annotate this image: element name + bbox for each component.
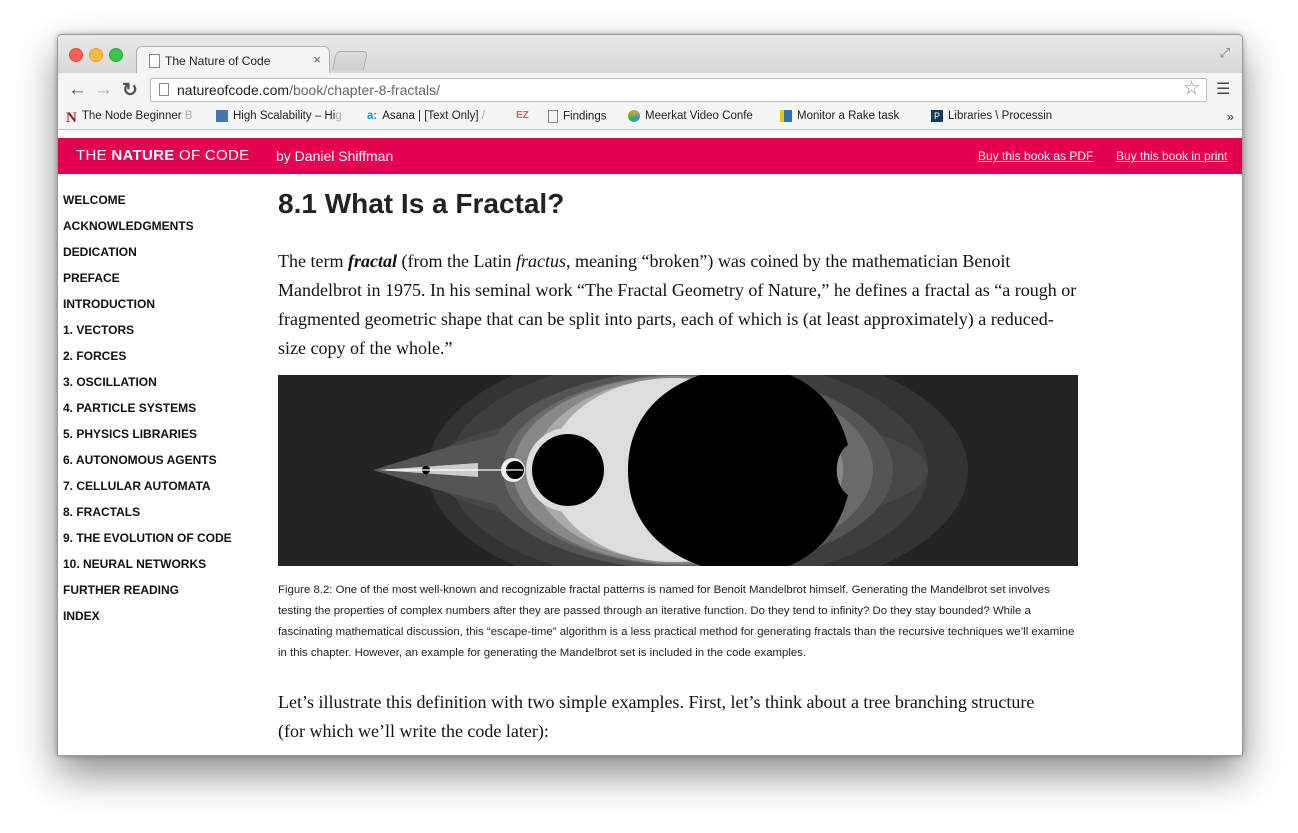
bookmark-label: Meerkat Video Confe [645, 110, 753, 123]
sidebar-item-cellular-automata[interactable]: 7. CELLULAR AUTOMATA [63, 478, 263, 504]
address-bar[interactable]: natureofcode.com/book/chapter-8-fractals… [150, 78, 1207, 102]
sidebar-item-acknowledgments[interactable]: ACKNOWLEDGMENTS [63, 218, 263, 244]
forward-arrow-icon[interactable]: → [94, 79, 113, 101]
sidebar-item-welcome[interactable]: WELCOME [63, 192, 263, 218]
second-paragraph: Let’s illustrate this definition with tw… [278, 692, 1035, 741]
logo-nature: NATURE [111, 147, 175, 164]
page-icon [149, 54, 160, 68]
page-viewport: THE NATURE OF CODE by Daniel Shiffman Bu… [58, 130, 1242, 755]
bookmark-fade: B [181, 110, 193, 123]
logo-the: THE [76, 147, 112, 164]
sidebar-item-introduction[interactable]: INTRODUCTION [63, 296, 263, 322]
sidebar-item-forces[interactable]: 2. FORCES [63, 348, 263, 374]
bookmark-label: Asana | [Text Only] [382, 110, 482, 123]
sidebar-item-autonomous-agents[interactable]: 6. AUTONOMOUS AGENTS [63, 452, 263, 478]
intro-paragraph: The term fractal (from the Latin fractus… [278, 247, 1078, 363]
sidebar-item-oscillation[interactable]: 3. OSCILLATION [63, 374, 263, 400]
site-header: THE NATURE OF CODE by Daniel Shiffman Bu… [58, 138, 1242, 174]
bookmark-item[interactable]: Meerkat Video Confe [628, 110, 764, 126]
fullscreen-icon[interactable]: ⤢ [1220, 45, 1230, 61]
bookmark-label: Libraries \ Processin [948, 110, 1053, 123]
url-host: natureofcode.com [177, 82, 290, 98]
bookmarks-bar: N The Node Beginner B High Scalability – … [58, 107, 1242, 130]
tab-close-icon[interactable]: × [313, 52, 321, 67]
page-title: 8.1 What Is a Fractal? [278, 188, 565, 219]
minimize-window-button[interactable] [89, 48, 103, 62]
bookmark-item[interactable]: P Libraries \ Processin [931, 110, 1069, 126]
node-logo-icon: N [66, 110, 77, 126]
figure-caption: Figure 8.2: One of the most well-known a… [278, 584, 1075, 659]
sidebar-item-evolution-of-code[interactable]: 9. THE EVOLUTION OF CODE [63, 530, 263, 556]
bookmark-item[interactable]: a: Asana | [Text Only] / [367, 110, 502, 126]
tab-title: The Nature of Code [165, 54, 271, 68]
site-logo[interactable]: THE NATURE OF CODE [76, 147, 249, 164]
tab-nature-of-code[interactable]: The Nature of Code × [136, 46, 330, 75]
close-window-button[interactable] [69, 48, 83, 62]
para-text: (from the Latin [396, 251, 516, 271]
bookmark-item[interactable]: Monitor a Rake task [780, 110, 914, 126]
back-arrow-icon[interactable]: ← [68, 79, 87, 101]
bookmark-item[interactable]: High Scalability – Hig [216, 110, 352, 126]
mandelbrot-figure [278, 375, 1078, 566]
author-byline: by Daniel Shiffman [276, 148, 394, 164]
sidebar-item-preface[interactable]: PREFACE [63, 270, 263, 296]
sidebar-item-particle-systems[interactable]: 4. PARTICLE SYSTEMS [63, 400, 263, 426]
processing-icon: P [931, 110, 943, 122]
bookmark-label: High Scalability – Hi [233, 110, 336, 123]
url-path: /book/chapter-8-fractals/ [289, 82, 441, 98]
bookmark-fade: g [335, 110, 342, 123]
buy-pdf-link[interactable]: Buy this book as PDF [978, 149, 1093, 163]
bookmark-item[interactable]: Findings [548, 110, 618, 126]
bookmark-label: Findings [563, 110, 607, 123]
url-text: natureofcode.com/book/chapter-8-fractals… [177, 82, 440, 98]
meerkat-icon [628, 110, 640, 122]
sidebar-item-neural-networks[interactable]: 10. NEURAL NETWORKS [63, 556, 263, 582]
page-icon [548, 110, 558, 123]
asana-icon: a: [367, 110, 378, 122]
browser-window: The Nature of Code × ⤢ ← → ↻ natureofcod… [57, 34, 1243, 756]
title-bar: The Nature of Code × ⤢ [58, 35, 1242, 75]
para-term-fractal: fractal [347, 251, 397, 271]
logo-of-code: OF CODE [174, 147, 250, 164]
bookmark-label: The Node Beginner [81, 110, 182, 123]
buy-print-link[interactable]: Buy this book in print [1116, 149, 1227, 163]
hamburger-menu-icon[interactable]: ☰ [1216, 79, 1230, 99]
para-term-fractus: fractus [515, 251, 566, 271]
more-bookmarks-icon[interactable]: » [1227, 109, 1234, 124]
highscalability-icon [216, 110, 228, 122]
bookmark-item[interactable]: N The Node Beginner B [66, 110, 206, 126]
bookmark-star-icon[interactable]: ☆ [1183, 77, 1200, 100]
sidebar-item-index[interactable]: INDEX [63, 608, 263, 634]
sidebar-item-dedication[interactable]: DEDICATION [63, 244, 263, 270]
chapter-nav: WELCOME ACKNOWLEDGMENTS DEDICATION PREFA… [63, 192, 263, 634]
bookmark-fade: / [481, 110, 485, 123]
reload-icon[interactable]: ↻ [122, 79, 138, 102]
ez-icon: EZ [516, 110, 529, 121]
zoom-window-button[interactable] [109, 48, 123, 62]
sidebar-item-fractals[interactable]: 8. FRACTALS [63, 504, 263, 530]
sidebar-item-physics-libraries[interactable]: 5. PHYSICS LIBRARIES [63, 426, 263, 452]
bookmark-item[interactable]: EZ [516, 110, 536, 126]
para-text: The term [278, 251, 348, 271]
sidebar-item-vectors[interactable]: 1. VECTORS [63, 322, 263, 348]
sidebar-item-further-reading[interactable]: FURTHER READING [63, 582, 263, 608]
bookmark-label: Monitor a Rake task [797, 110, 900, 123]
document-icon [159, 83, 169, 96]
new-tab-button[interactable] [331, 51, 369, 70]
browser-toolbar: ← → ↻ natureofcode.com/book/chapter-8-fr… [58, 73, 1242, 107]
monitor-icon [780, 110, 792, 122]
